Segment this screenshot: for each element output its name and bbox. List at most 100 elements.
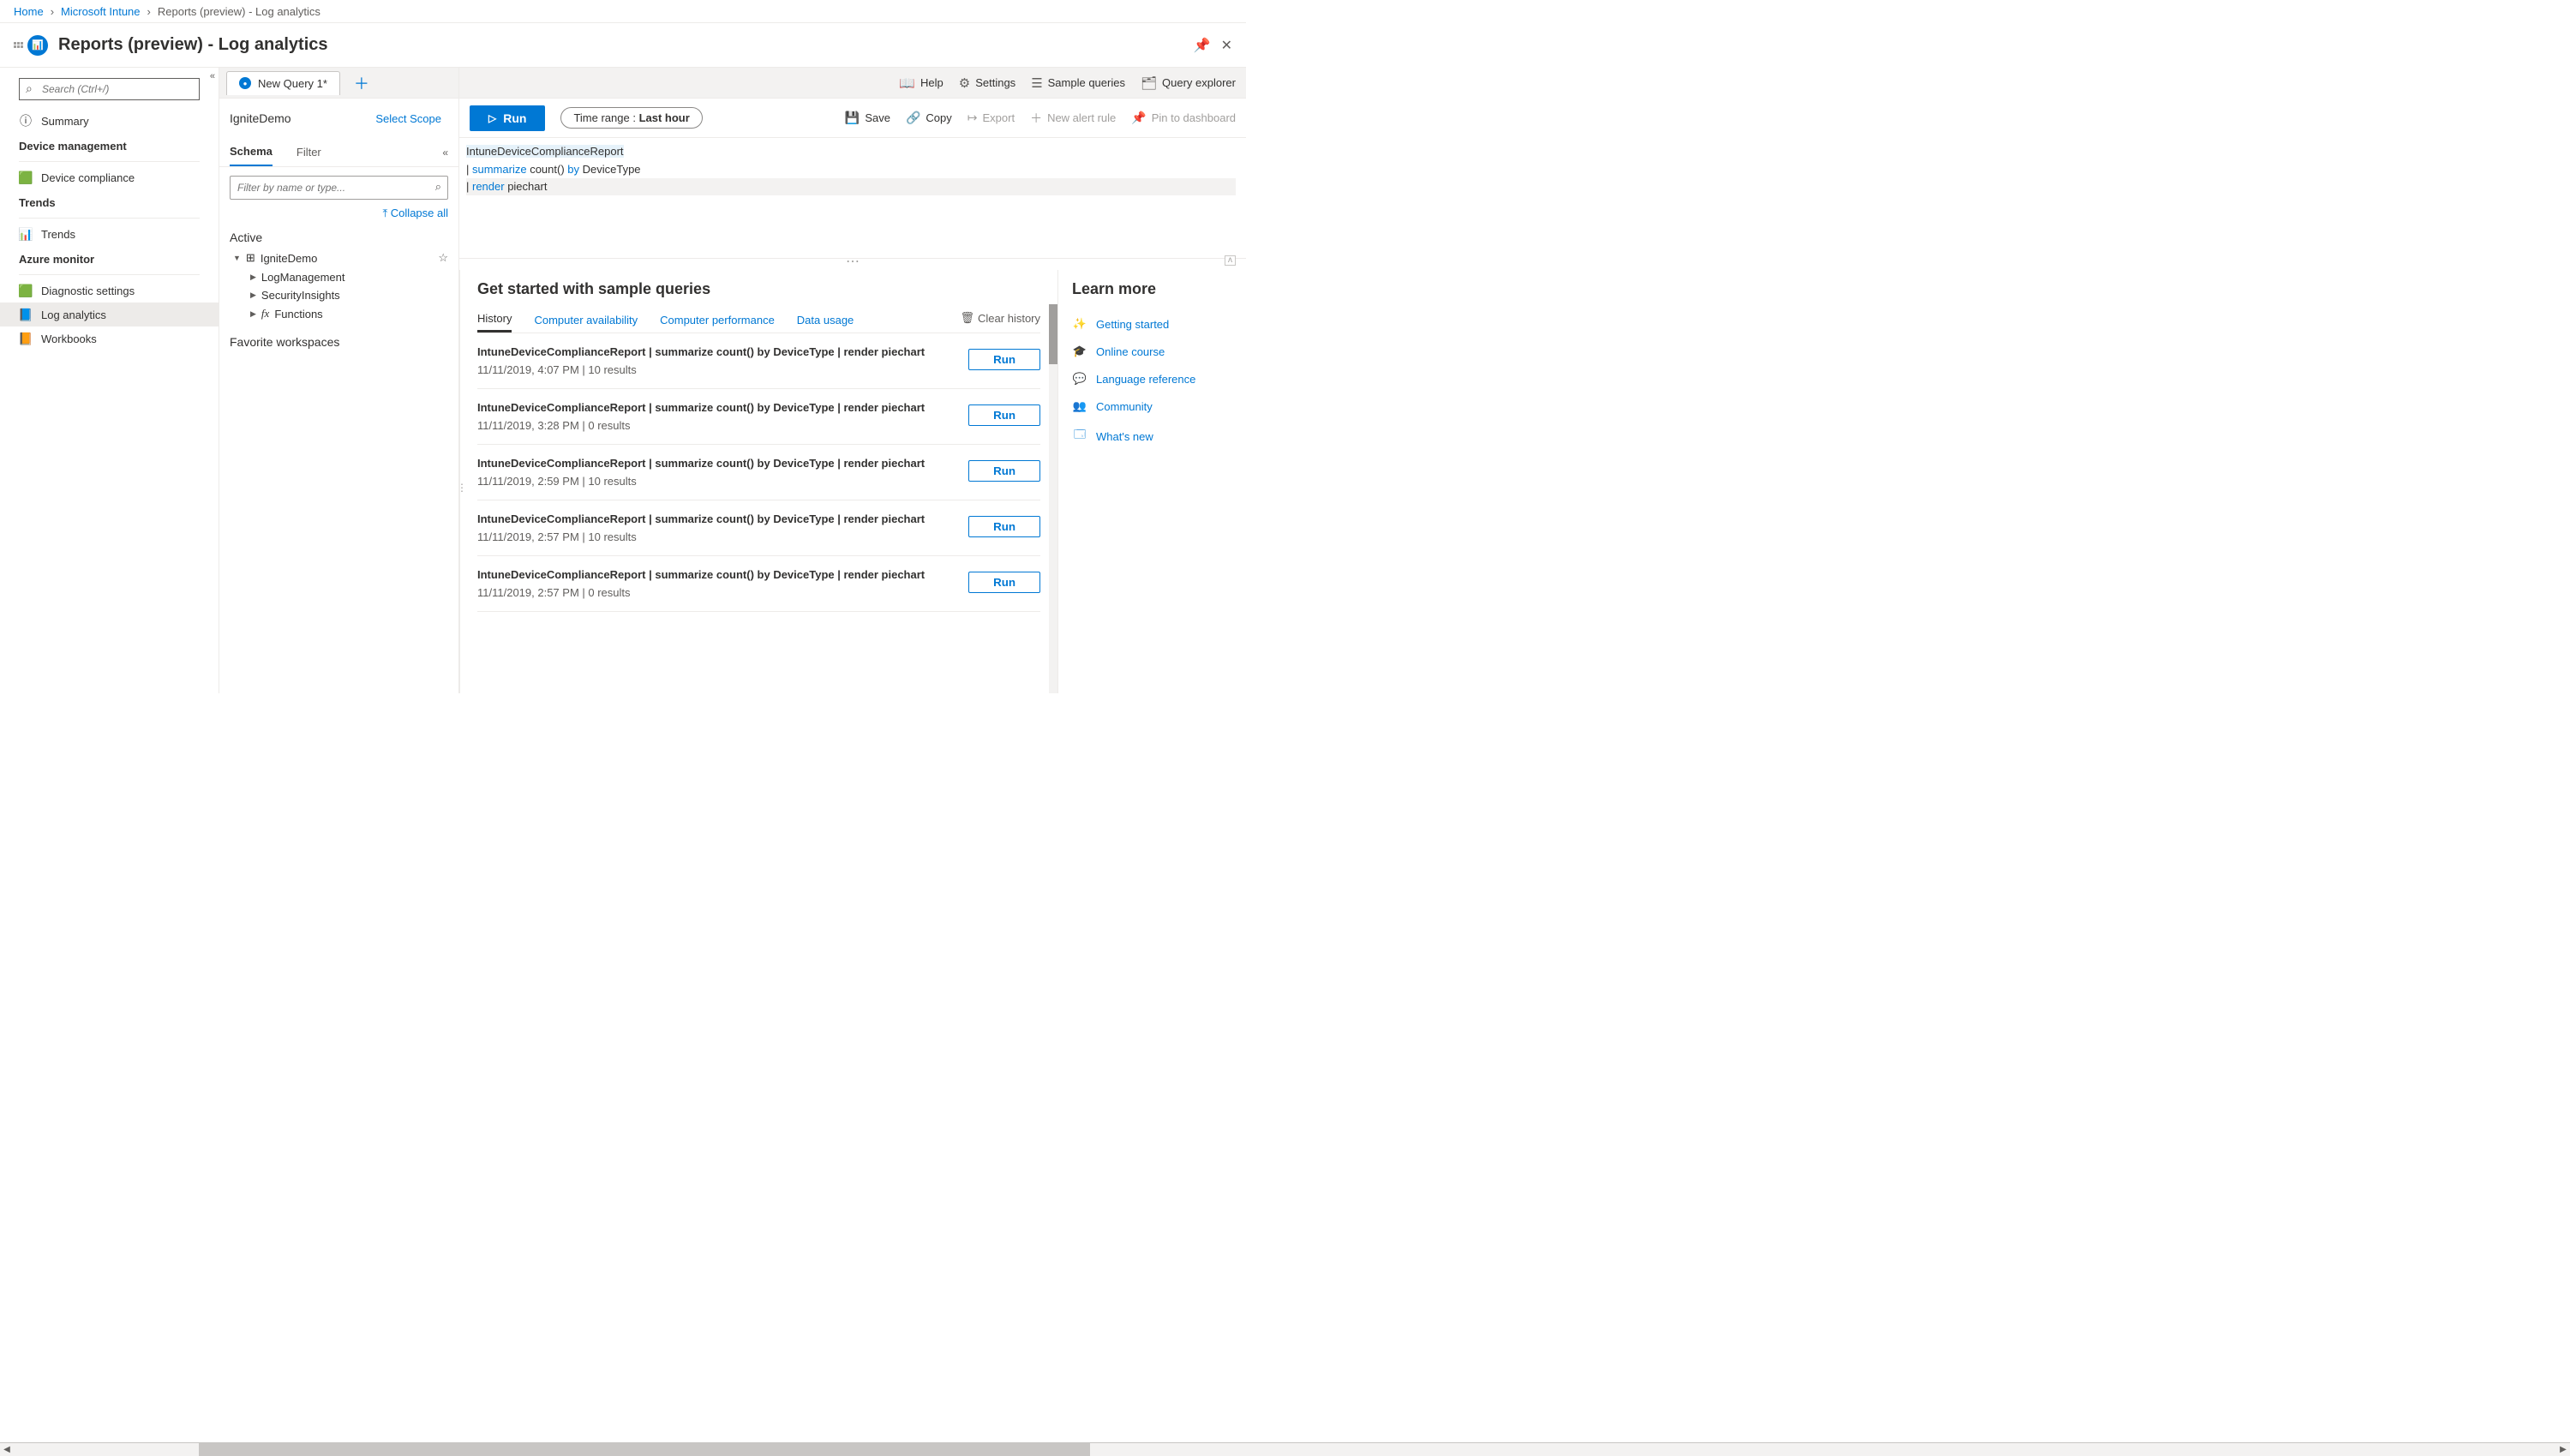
time-range-label: Time range : [573,111,638,124]
query-tab[interactable]: ● New Query 1* [226,71,340,95]
tree-node-functions[interactable]: ▶ fx Functions [230,304,448,323]
workspace-name: IgniteDemo [230,111,291,125]
clear-history-button[interactable]: 🗑Clear history [961,311,1040,328]
query-explorer-button[interactable]: 🗂Query explorer [1141,75,1236,91]
schema-section-active: Active [230,227,448,248]
trash-icon: 🗑 [961,311,975,325]
history-item: IntuneDeviceComplianceReport | summarize… [477,389,1040,445]
history-run-button[interactable]: Run [968,460,1040,482]
results-panel: ⋮ Get started with sample queries Histor… [459,270,1057,693]
learn-link-icon: ✨ [1072,317,1087,331]
settings-button[interactable]: ⚙Settings [959,75,1015,91]
run-toolbar: Run Time range : Last hour 💾Save 🔗Copy ↦… [459,99,1246,138]
left-nav: « ⓘ Summary Device management 🟩 Device c… [0,68,219,693]
history-meta: 11/11/2019, 3:28 PM | 0 results [477,419,958,432]
device-compliance-icon: 🟩 [19,171,33,184]
editor-token-keyword: render [472,180,505,193]
scroll-left-icon[interactable]: ◀ [0,1443,14,1456]
breadcrumb: Home › Microsoft Intune › Reports (previ… [0,0,1246,23]
run-button[interactable]: Run [470,105,545,131]
scrollbar-thumb[interactable] [199,1443,1090,1456]
learn-link[interactable]: 💬 Language reference [1072,365,1232,392]
history-run-button[interactable]: Run [968,516,1040,537]
time-range-value: Last hour [639,111,690,124]
results-tab-computer-performance[interactable]: Computer performance [660,309,775,332]
tree-node-label: SecurityInsights [261,289,340,302]
sample-queries-button[interactable]: ☰Sample queries [1031,75,1125,91]
help-button[interactable]: 📖Help [899,75,943,91]
collapse-nav-icon[interactable]: « [210,71,215,81]
history-run-button[interactable]: Run [968,572,1040,593]
copy-button[interactable]: 🔗Copy [906,110,952,127]
nav-search-input[interactable] [19,78,200,100]
query-editor[interactable]: IntuneDeviceComplianceReport | summarize… [459,138,1246,258]
scroll-right-icon[interactable]: ▶ [2556,1443,2570,1456]
learn-link[interactable]: 🎓Online course [1072,338,1232,365]
tree-node-workspace[interactable]: ▼ ⊞ IgniteDemo ☆ [230,248,448,268]
save-icon: 💾 [845,111,860,125]
chevron-right-icon: › [51,5,54,18]
learn-link-label: Online course [1096,345,1165,358]
results-tab-history[interactable]: History [477,307,512,333]
schema-section-favorites: Favorite workspaces [230,332,448,352]
history-meta: 11/11/2019, 2:59 PM | 10 results [477,475,958,488]
history-run-button[interactable]: Run [968,404,1040,426]
learn-link[interactable]: 🗔What's new [1072,420,1232,452]
learn-link[interactable]: ✨Getting started [1072,310,1232,338]
history-meta: 11/11/2019, 4:07 PM | 10 results [477,363,958,376]
nav-item-device-compliance[interactable]: 🟩 Device compliance [0,165,219,189]
schema-filter-input[interactable] [230,176,448,200]
learn-link[interactable]: 👥Community [1072,392,1232,420]
splitter-handle-icon[interactable]: ⋮ [459,482,467,494]
add-query-tab-button[interactable]: ＋ [345,72,378,94]
chevron-right-icon: ▶ [250,273,256,282]
pin-icon: 📌 [1131,111,1146,125]
history-meta: 11/11/2019, 2:57 PM | 0 results [477,586,958,599]
nav-item-summary[interactable]: ⓘ Summary [0,109,219,133]
collapse-all-link[interactable]: ⤒ Collapse all [230,200,448,227]
horizontal-scrollbar[interactable]: ◀ ▶ [0,1442,2570,1456]
nav-group-header: Device management [0,133,219,158]
tab-filter[interactable]: Filter [297,139,321,165]
schema-pane: ● New Query 1* ＋ IgniteDemo Select Scope… [219,68,459,693]
results-tab-data-usage[interactable]: Data usage [797,309,854,332]
pin-icon[interactable]: 📌 [1194,37,1211,54]
save-button[interactable]: 💾Save [845,110,890,127]
editor-token-table: IntuneDeviceComplianceReport [466,145,624,158]
history-query: IntuneDeviceComplianceReport | summarize… [477,568,958,581]
breadcrumb-link-home[interactable]: Home [14,5,44,18]
trends-icon: 📊 [19,227,33,241]
tab-schema[interactable]: Schema [230,138,273,166]
time-range-picker[interactable]: Time range : Last hour [560,107,702,129]
results-heading: Get started with sample queries [477,280,1040,298]
history-run-button[interactable]: Run [968,349,1040,370]
learn-link-label: Language reference [1096,373,1195,386]
nav-item-trends[interactable]: 📊 Trends [0,222,219,246]
vertical-scrollbar[interactable] [1049,304,1057,693]
page-title: Reports (preview) - Log analytics [58,35,1194,55]
new-alert-rule-button: ＋New alert rule [1030,110,1116,127]
scrollbar-thumb[interactable] [1049,304,1057,364]
function-icon: fx [261,307,269,321]
scroll-up-button[interactable]: ʌ [1225,255,1236,266]
tree-node-label: IgniteDemo [261,252,317,265]
breadcrumb-link-intune[interactable]: Microsoft Intune [61,5,141,18]
query-tab-icon: ● [239,77,251,89]
workbooks-icon: 📙 [19,332,33,345]
results-tab-computer-availability[interactable]: Computer availability [534,309,638,332]
nav-item-diagnostic-settings[interactable]: 🟩 Diagnostic settings [0,279,219,303]
nav-item-workbooks[interactable]: 📙 Workbooks [0,327,219,351]
explorer-icon: 🗂 [1141,75,1157,91]
tree-node-securityinsights[interactable]: ▶ SecurityInsights [230,286,448,304]
info-icon: ⓘ [19,114,33,128]
resize-handle[interactable]: ⋯ ʌ [459,258,1246,270]
favorite-star-icon[interactable]: ☆ [438,251,448,265]
collapse-schema-icon[interactable]: « [442,147,448,159]
nav-item-label: Trends [41,228,75,241]
close-icon[interactable]: ✕ [1221,37,1232,54]
nav-item-log-analytics[interactable]: 📘 Log analytics [0,303,219,327]
learn-link-icon: 💬 [1072,372,1087,386]
learn-link-icon: 👥 [1072,399,1087,413]
select-scope-link[interactable]: Select Scope [375,112,441,125]
tree-node-logmanagement[interactable]: ▶ LogManagement [230,268,448,286]
